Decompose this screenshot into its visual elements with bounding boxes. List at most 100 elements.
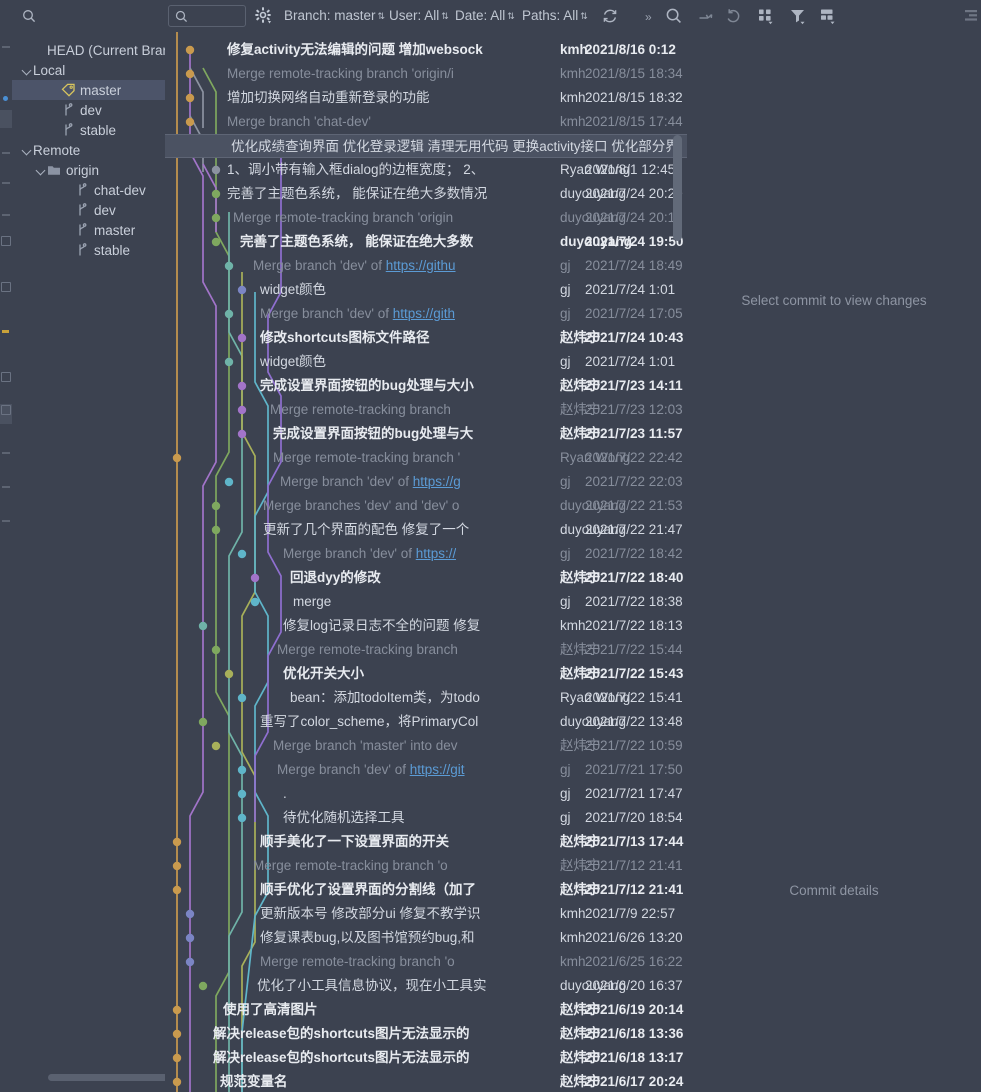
commit-row[interactable]: Merge remote-tracking branch 'o kmh 2021/6… bbox=[165, 950, 687, 974]
filter-icon[interactable] bbox=[789, 7, 807, 25]
commit-row[interactable]: Merge remote-tracking branch 'origin duyo… bbox=[165, 206, 687, 230]
commit-row[interactable]: Merge branch 'dev' of https://gith gj 2021… bbox=[165, 302, 687, 326]
chevron-down-icon[interactable] bbox=[22, 65, 33, 76]
branches-tree[interactable]: HEAD (Current Branch Local master dev stable… bbox=[12, 32, 165, 1083]
sidebar-item-master[interactable]: master bbox=[12, 80, 165, 100]
search-icon[interactable] bbox=[665, 7, 683, 25]
commit-row[interactable]: Merge branch 'dev' of https://git gj 2021/… bbox=[165, 758, 687, 782]
commit-row[interactable]: 修复log记录日志不全的问题 修复 kmh 2021/7/22 18:13 bbox=[165, 614, 687, 638]
commit-log-list[interactable]: 修复activity无法编辑的问题 增加websock kmh 2021/8/16 … bbox=[165, 32, 687, 1092]
commit-subject: 解决release包的shortcuts图片无法显示的 bbox=[213, 1050, 470, 1065]
commit-row[interactable]: 优化成绩查询界面 优化登录逻辑 清理无用代码 更换activity接口 优化部分… bbox=[165, 134, 687, 158]
commit-row[interactable]: merge gj 2021/7/22 18:38 bbox=[165, 590, 687, 614]
sidebar-item-origin[interactable]: origin bbox=[12, 160, 165, 180]
commit-row[interactable]: Merge branches 'dev' and 'dev' o duyouyan… bbox=[165, 494, 687, 518]
commit-subject: 优化开关大小 bbox=[283, 666, 364, 681]
commit-row[interactable]: Merge remote-tracking branch 'origin/i km… bbox=[165, 62, 687, 86]
intellisort-icon[interactable] bbox=[757, 7, 775, 25]
chevron-down-icon[interactable] bbox=[22, 145, 33, 156]
commit-row[interactable]: 规范变量名 赵炜宁 2021/6/17 20:24 bbox=[165, 1070, 687, 1092]
commit-row[interactable]: Merge branch 'dev' of https://gj 2021/7/2… bbox=[165, 542, 687, 566]
commit-row[interactable]: 回退dyy的修改 赵炜宁 2021/7/22 18:40 bbox=[165, 566, 687, 590]
strip-icon[interactable] bbox=[1, 372, 11, 382]
revert-icon[interactable] bbox=[724, 7, 742, 25]
commit-date: 2021/7/23 12:03 bbox=[585, 402, 683, 417]
commit-row[interactable]: Merge branch 'master' into dev 赵炜宁 2021/7/… bbox=[165, 734, 687, 758]
commit-subject-link[interactable]: https://githu bbox=[386, 258, 456, 273]
commit-row[interactable]: 修复activity无法编辑的问题 增加websock kmh 2021/8/16 … bbox=[165, 38, 687, 62]
sidebar-item-head-current-branch[interactable]: HEAD (Current Branch bbox=[12, 40, 165, 60]
sidebar-item-dev[interactable]: dev bbox=[12, 200, 165, 220]
commit-row[interactable]: 优化开关大小 赵炜宁 2021/7/22 15:43 bbox=[165, 662, 687, 686]
commit-row[interactable]: 解决release包的shortcuts图片无法显示的 赵炜宁 2021/6/18 … bbox=[165, 1022, 687, 1046]
commit-subject: 增加切换网络自动重新登录的功能 bbox=[227, 90, 430, 105]
options-menu-icon[interactable] bbox=[965, 6, 979, 26]
commit-subject: Merge remote-tracking branch 'o bbox=[260, 954, 455, 969]
commit-row[interactable]: 重写了color_scheme，将PrimaryCol duyouyang 2021… bbox=[165, 710, 687, 734]
sidebar-item-stable[interactable]: stable bbox=[12, 240, 165, 260]
commit-row[interactable]: 完善了主题色系统， 能保证在绝大多数 duyouyang 2021/7/24 19:… bbox=[165, 230, 687, 254]
commit-row[interactable]: 更新版本号 修改部分ui 修复不教学识 kmh 2021/7/9 22:57 bbox=[165, 902, 687, 926]
commit-row[interactable]: Merge branch 'dev' of https://g gj 2021/7/… bbox=[165, 470, 687, 494]
commit-row[interactable]: 优化了小工具信息协议，现在小工具实 duyouyang 2021/6/20 16:3… bbox=[165, 974, 687, 998]
refresh-icon[interactable] bbox=[601, 7, 619, 25]
commit-row[interactable]: widget颜色 gj 2021/7/24 1:01 bbox=[165, 350, 687, 374]
commit-subject-link[interactable]: https://git bbox=[410, 762, 465, 777]
commit-row[interactable]: Merge remote-tracking branch 赵炜宁 2021/7/23… bbox=[165, 398, 687, 422]
commit-row[interactable]: widget颜色 gj 2021/7/24 1:01 bbox=[165, 278, 687, 302]
commit-rows[interactable]: 修复activity无法编辑的问题 增加websock kmh 2021/8/16 … bbox=[165, 32, 687, 1092]
commit-subject-link[interactable]: https://gith bbox=[393, 306, 455, 321]
commit-row[interactable]: 完成设置界面按钮的bug处理与大 赵炜宁 2021/7/23 11:57 bbox=[165, 422, 687, 446]
date-filter[interactable]: Date: All ⇅ bbox=[455, 8, 515, 25]
commit-row[interactable]: 完成设置界面按钮的bug处理与大小 赵炜宁 2021/7/23 14:11 bbox=[165, 374, 687, 398]
search-icon[interactable] bbox=[22, 9, 36, 23]
commit-row[interactable]: 使用了高清图片 赵炜宁 2021/6/19 20:14 bbox=[165, 998, 687, 1022]
commit-row[interactable]: 完善了主题色系统， 能保证在绝大多数情况 duyouyang 2021/7/24 2… bbox=[165, 182, 687, 206]
commit-row[interactable]: . gj 2021/7/21 17:47 bbox=[165, 782, 687, 806]
log-vertical-scrollbar[interactable] bbox=[673, 135, 682, 241]
strip-icon[interactable] bbox=[1, 282, 11, 292]
commit-row[interactable]: bean：添加todoItem类，为todo Ryan Wong 2021/7/22… bbox=[165, 686, 687, 710]
commit-row[interactable]: Merge branch 'dev' of https://githu gj 202… bbox=[165, 254, 687, 278]
commit-date: 2021/7/22 21:47 bbox=[585, 522, 683, 537]
commit-subject-link[interactable]: https://g bbox=[413, 474, 461, 489]
commit-row[interactable]: Merge remote-tracking branch ' Ryan Wong 2… bbox=[165, 446, 687, 470]
commit-row[interactable]: 待优化随机选择工具 gj 2021/7/20 18:54 bbox=[165, 806, 687, 830]
gear-icon[interactable] bbox=[255, 7, 272, 24]
commit-row[interactable]: 顺手美化了一下设置界面的开关 赵炜宁 2021/7/13 17:44 bbox=[165, 830, 687, 854]
overflow-chevron-icon[interactable]: » bbox=[645, 10, 652, 24]
show-long-edges-icon[interactable] bbox=[819, 7, 837, 25]
commit-date: 2021/7/23 14:11 bbox=[585, 378, 683, 393]
sidebar-item-remote[interactable]: Remote bbox=[12, 140, 165, 160]
commit-row[interactable]: 增加切换网络自动重新登录的功能 kmh 2021/8/15 18:32 bbox=[165, 86, 687, 110]
user-filter[interactable]: User: All ⇅ bbox=[389, 8, 449, 25]
commit-date: 2021/7/22 18:38 bbox=[585, 594, 683, 609]
paths-filter[interactable]: Paths: All ⇅ bbox=[522, 8, 588, 25]
sidebar-item-local[interactable]: Local bbox=[12, 60, 165, 80]
branch-filter[interactable]: Branch: master ⇅ bbox=[284, 8, 385, 25]
sidebar-item-label: Remote bbox=[33, 142, 81, 158]
commit-row[interactable]: 1、调小带有输入框dialog的边框宽度； 2、 Ryan Wong 2021/8/… bbox=[165, 158, 687, 182]
strip-icon-active[interactable] bbox=[1, 405, 11, 415]
commit-row[interactable]: 顺手优化了设置界面的分割线（加了 赵炜宁 2021/7/12 21:41 bbox=[165, 878, 687, 902]
commit-row[interactable]: 解决release包的shortcuts图片无法显示的 赵炜宁 2021/6/18 … bbox=[165, 1046, 687, 1070]
commit-row[interactable]: 修改shortcuts图标文件路径 赵炜宁 2021/7/24 10:43 bbox=[165, 326, 687, 350]
commit-row[interactable]: 更新了几个界面的配色 修复了一个 duyouyang 2021/7/22 21:47 bbox=[165, 518, 687, 542]
commit-row[interactable]: 修复课表bug,以及图书馆预约bug,和 kmh 2021/6/26 13:20 bbox=[165, 926, 687, 950]
chevron-down-icon[interactable] bbox=[36, 165, 47, 176]
tree-horizontal-scrollbar[interactable] bbox=[48, 1074, 165, 1081]
go-to-hash-icon[interactable] bbox=[697, 7, 715, 25]
search-input[interactable] bbox=[168, 5, 246, 27]
commit-row[interactable]: Merge remote-tracking branch 'o 赵炜宁 2021/7… bbox=[165, 854, 687, 878]
commit-row[interactable]: Merge branch 'chat-dev' kmh 2021/8/15 17:4… bbox=[165, 110, 687, 134]
commit-row[interactable]: Merge remote-tracking branch 赵炜宁 2021/7/22… bbox=[165, 638, 687, 662]
commit-subject-link[interactable]: https:// bbox=[416, 546, 457, 561]
commit-date: 2021/7/12 21:41 bbox=[585, 882, 684, 897]
commit-date: 2021/7/24 1:01 bbox=[585, 354, 676, 369]
sidebar-item-dev[interactable]: dev bbox=[12, 100, 165, 120]
strip-icon[interactable] bbox=[1, 236, 11, 246]
sidebar-item-stable[interactable]: stable bbox=[12, 120, 165, 140]
sidebar-item-master[interactable]: master bbox=[12, 220, 165, 240]
sidebar-item-chat-dev[interactable]: chat-dev bbox=[12, 180, 165, 200]
